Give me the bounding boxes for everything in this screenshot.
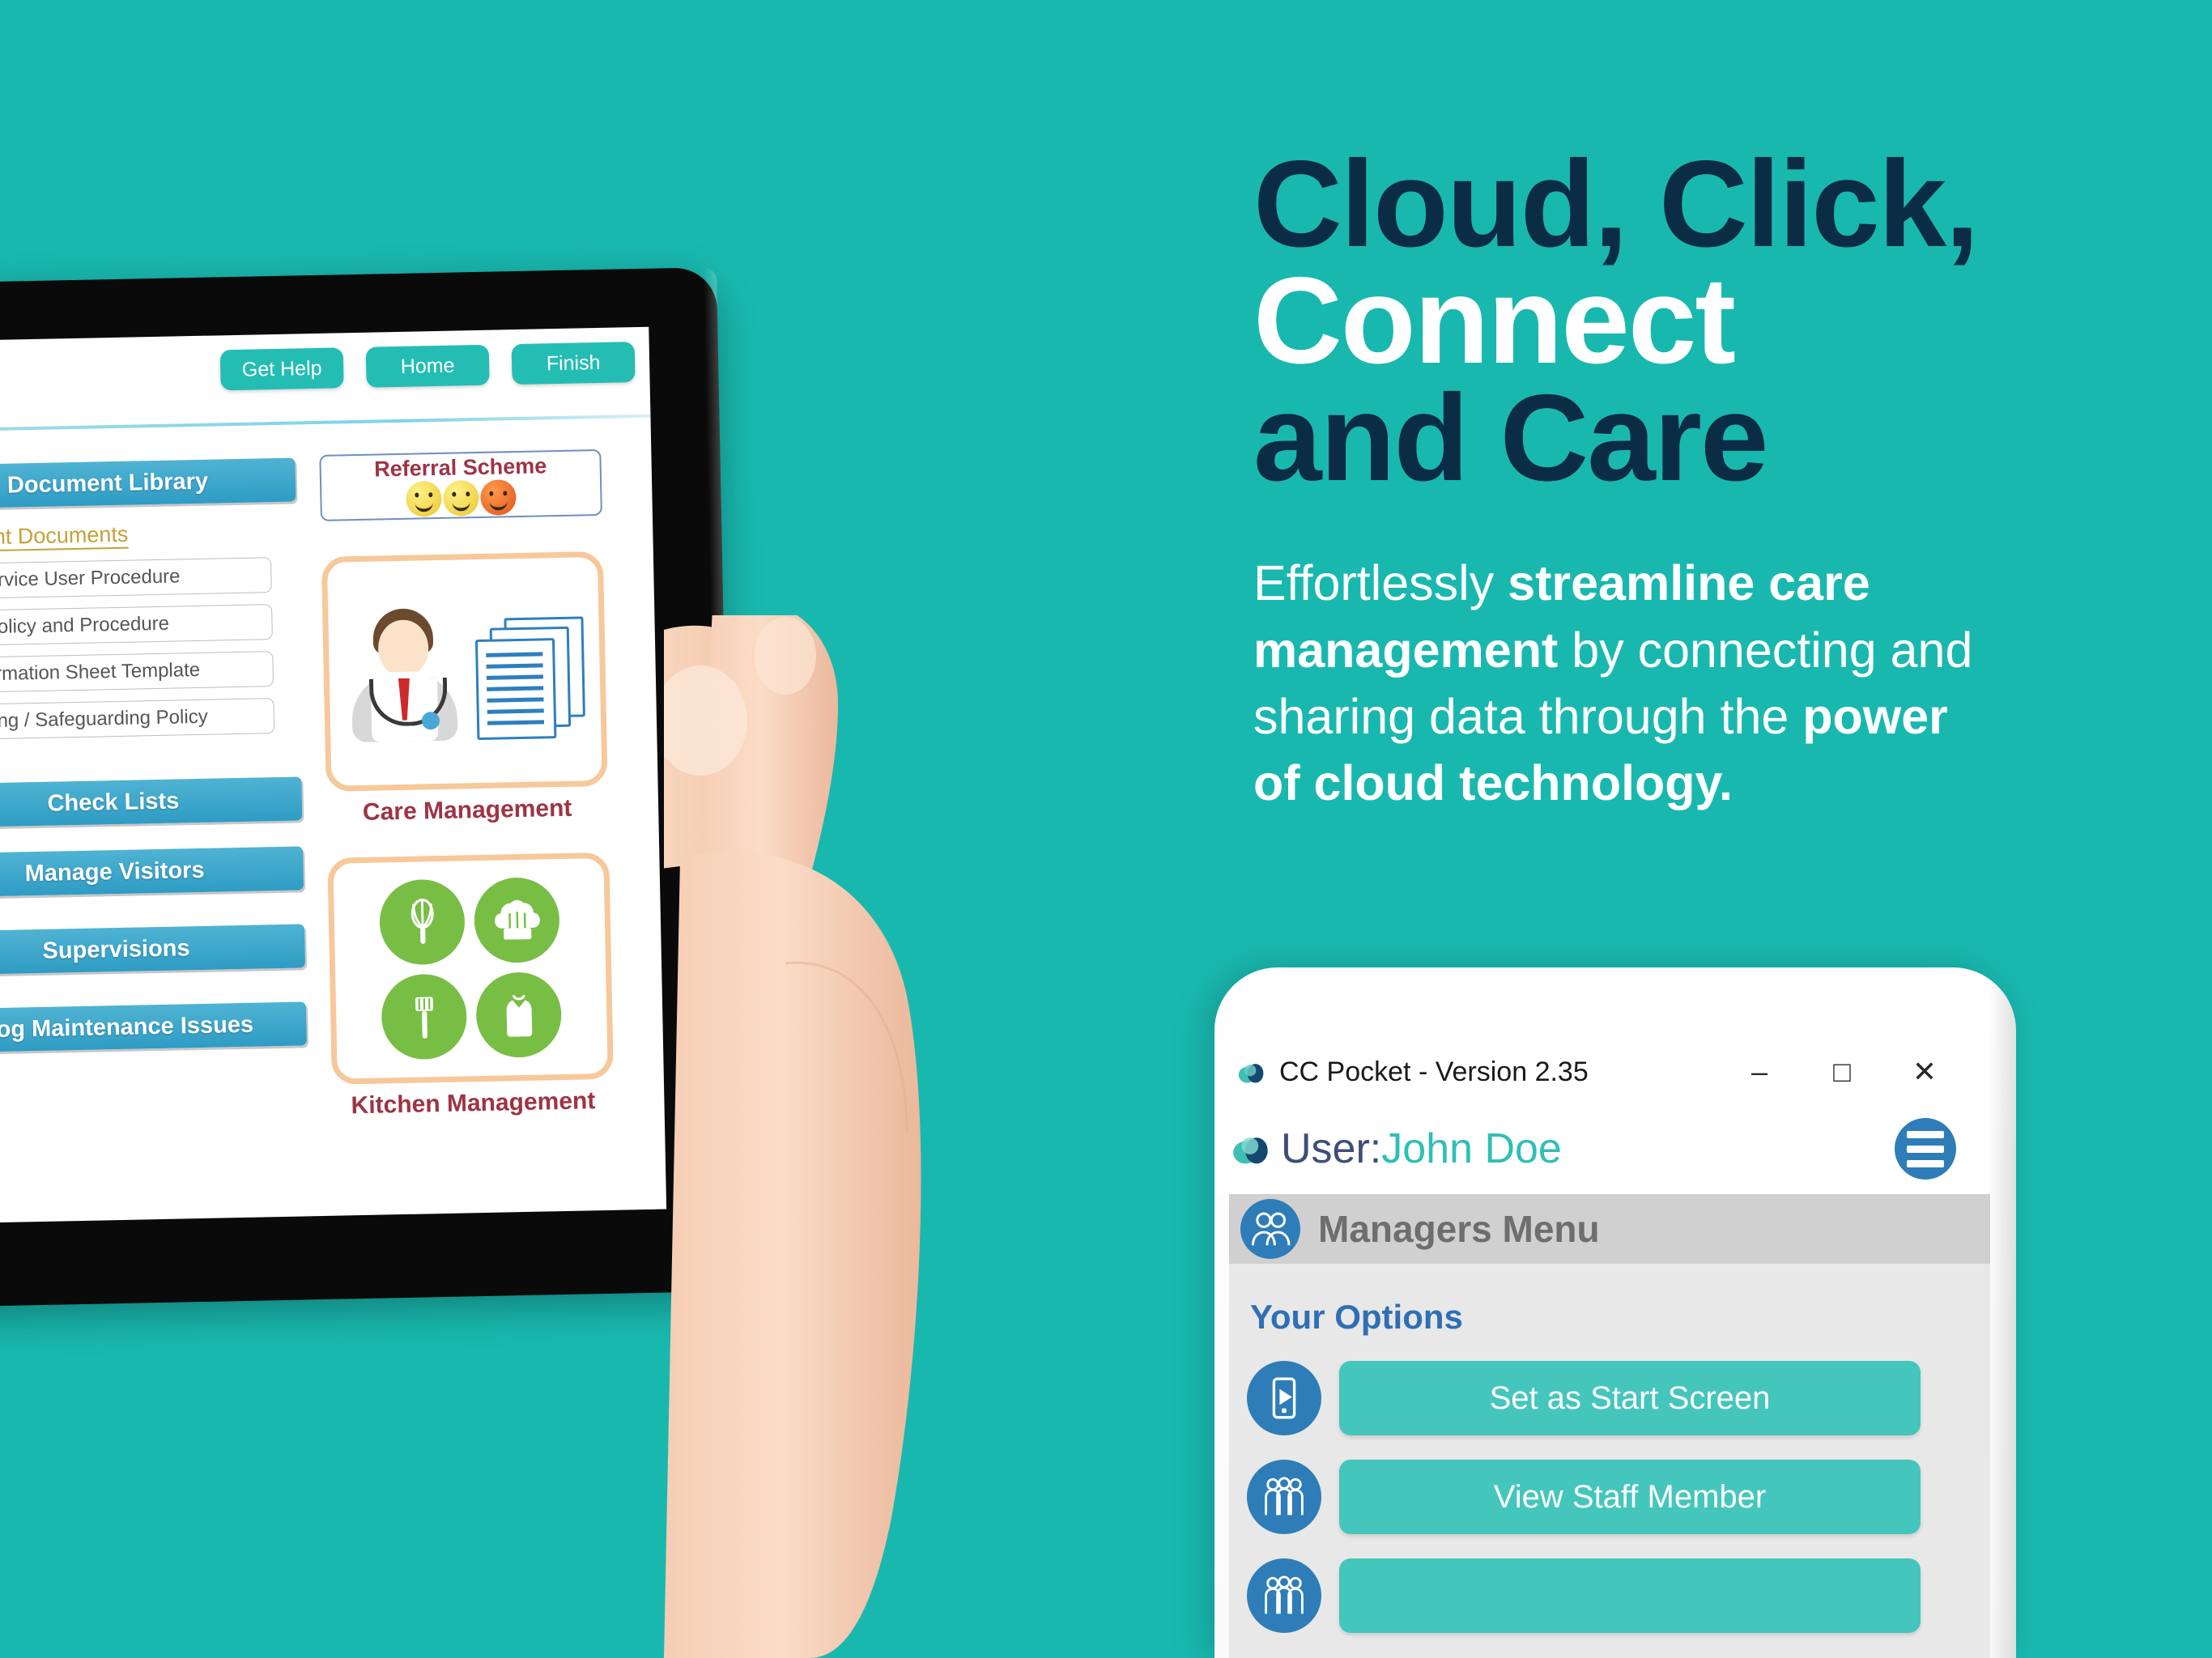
tablet-mockup: Get Help Home Finish Document Library Im…	[0, 264, 911, 1313]
referral-scheme-title: Referral Scheme	[373, 453, 547, 482]
user-name: John Doe	[1381, 1125, 1562, 1172]
headline-line-1: Cloud, Click,	[1253, 135, 1980, 273]
kitchen-management-caption: Kitchen Management	[351, 1087, 596, 1120]
minimize-button[interactable]: –	[1741, 1053, 1778, 1090]
spatula-icon	[381, 973, 468, 1061]
option-row-view-staff-member[interactable]: View Staff Member	[1247, 1460, 1990, 1534]
window-controls: – □ ✕	[1741, 1053, 1989, 1090]
view-staff-member-button[interactable]: View Staff Member	[1339, 1460, 1921, 1534]
care-management-caption: Care Management	[362, 794, 572, 826]
phone-play-icon	[1247, 1361, 1321, 1435]
document-library-row[interactable]: Document Library	[0, 456, 296, 513]
document-library-button[interactable]: Document Library	[0, 457, 296, 509]
finish-button[interactable]: Finish	[511, 342, 636, 385]
cloud-icon	[1237, 1058, 1266, 1086]
supervisions-button[interactable]: Supervisions	[0, 924, 306, 976]
marketing-body-text: Effortlessly streamline care management …	[1253, 550, 2006, 816]
maximize-button[interactable]: □	[1823, 1053, 1861, 1090]
doctor-documents-icon	[342, 600, 587, 743]
staff-group-icon	[1247, 1460, 1321, 1534]
list-item[interactable]: Whistle Blowing / Safeguarding Policy	[0, 698, 275, 742]
user-label-text: User:	[1281, 1125, 1382, 1172]
manage-visitors-button[interactable]: Manage Visitors	[0, 846, 304, 898]
phone-mockup: CC Pocket - Version 2.35 – □ ✕ User:John…	[1214, 967, 2016, 1658]
user-bar: User:John Doe	[1214, 1103, 1989, 1194]
tablet-toolbar: Get Help Home Finish	[219, 342, 636, 391]
option-row-set-start-screen[interactable]: Set as Start Screen	[1247, 1361, 1990, 1435]
hamburger-icon[interactable]	[1895, 1118, 1956, 1180]
apron-icon	[475, 971, 563, 1059]
managers-menu-title: Managers Menu	[1318, 1208, 1600, 1250]
partial-option-button[interactable]	[1339, 1558, 1921, 1633]
headline-line-3: and Care	[1253, 368, 1768, 507]
tablet-frame: Get Help Home Finish Document Library Im…	[0, 267, 738, 1309]
log-maintenance-row[interactable]: Log Maintenance Issues	[0, 1000, 307, 1056]
managers-menu-header: Managers Menu	[1229, 1194, 1990, 1264]
tablet-screen: Get Help Home Finish Document Library Im…	[0, 326, 667, 1226]
important-documents-heading: Important Documents	[0, 521, 129, 551]
headline-line-2: Connect	[1253, 252, 1736, 390]
window-title: CC Pocket - Version 2.35	[1279, 1056, 1589, 1087]
check-lists-button[interactable]: Check Lists	[0, 776, 303, 828]
kitchen-management-card[interactable]	[327, 852, 614, 1085]
set-as-start-screen-button[interactable]: Set as Start Screen	[1339, 1361, 1921, 1435]
tablet-left-column: Document Library Important Documents Dea…	[0, 456, 307, 1056]
option-row-partial[interactable]	[1247, 1558, 1990, 1633]
chef-hat-icon	[473, 877, 560, 964]
close-icon[interactable]: ✕	[1906, 1053, 1943, 1090]
options-panel: Your Options Set as Start Screen View St…	[1229, 1264, 1990, 1658]
list-item[interactable]: Disciplinary Policy and Procedure	[0, 604, 273, 648]
two-people-icon	[1240, 1199, 1300, 1259]
toolbar-divider	[0, 414, 651, 434]
app-title-bar: CC Pocket - Version 2.35 – □ ✕	[1214, 1040, 1989, 1103]
cloud-icon	[1232, 1131, 1270, 1167]
home-button[interactable]: Home	[365, 344, 490, 388]
get-help-button[interactable]: Get Help	[219, 347, 344, 391]
list-item[interactable]: Death of a Service User Procedure	[0, 557, 272, 602]
log-maintenance-button[interactable]: Log Maintenance Issues	[0, 1001, 307, 1053]
referral-scheme-card[interactable]: Referral Scheme	[319, 449, 602, 521]
list-item[interactable]: Resident Information Sheet Template	[0, 651, 274, 695]
marketing-panel: Cloud, Click, Connect and Care Effortles…	[1253, 135, 2071, 817]
whisk-icon	[378, 878, 466, 966]
page-title: Cloud, Click, Connect and Care	[1253, 135, 2071, 507]
tablet-right-column: Referral Scheme Care Management Kitchen …	[319, 449, 640, 1120]
your-options-heading: Your Options	[1250, 1298, 1463, 1336]
body-text-normal: Effortlessly	[1253, 555, 1508, 611]
staff-group-icon	[1247, 1558, 1321, 1633]
user-label: User:John Doe	[1281, 1124, 1562, 1173]
smiley-faces-icon	[406, 479, 517, 517]
care-management-card[interactable]	[321, 551, 608, 792]
